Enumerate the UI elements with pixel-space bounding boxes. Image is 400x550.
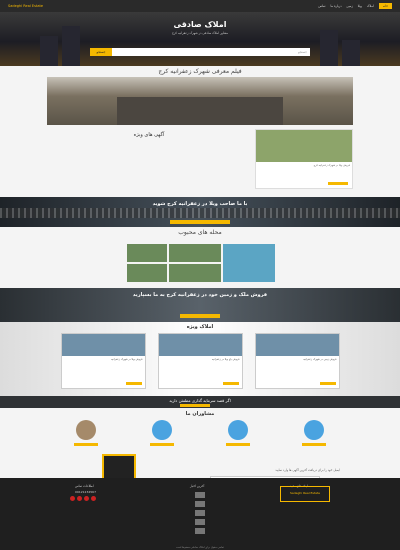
property-button[interactable] [125,382,142,385]
footer: لینک های مفید آخرین اخبار اطلاعات تماس 0… [0,478,400,550]
popular-title: محله های محبوب [178,229,222,236]
footer-news-title: آخرین اخبار [190,484,205,488]
featured-ad-button[interactable] [328,182,348,185]
top-navigation: خانه املاک ویلا زمین درباره ما تماس Sade… [0,0,400,12]
nav-item-contact[interactable]: تماس [318,4,325,8]
property-image [61,334,145,356]
sale-banner-button[interactable] [180,314,220,318]
agent-card[interactable] [292,420,336,446]
property-image [255,334,339,356]
featured-ads-title: آگهی های ویژه [133,132,165,138]
footer-news-thumbnails [195,492,205,537]
nav-item-home[interactable]: خانه [378,3,392,9]
youtube-icon[interactable] [70,496,75,501]
special-cards: فروش زمین در شهرک زعفرانیه فروش باغ ویلا… [0,333,400,389]
news-thumbnail[interactable] [195,492,205,498]
property-card[interactable]: فروش ویلا در شهرک زعفرانیه [60,333,146,389]
news-thumbnail[interactable] [195,519,205,525]
page: خانه املاک ویلا زمین درباره ما تماس Sade… [0,0,400,550]
property-image [158,334,242,356]
search-bar: جستجو جستجو [90,48,310,56]
property-button[interactable] [319,382,336,385]
agent-card[interactable] [64,420,108,446]
news-thumbnail[interactable] [195,501,205,507]
footer-phone[interactable]: 09121234567 [75,490,96,494]
avatar-icon [304,420,324,440]
instagram-icon[interactable] [91,496,96,501]
popular-gallery [125,244,275,282]
avatar-icon [152,420,172,440]
sale-banner: فروش ملک و زمین خود در زعفرانیه کرج به م… [0,288,400,322]
villa-banner-button[interactable] [170,220,230,224]
building-silhouette [62,26,80,66]
property-text: فروش باغ ویلا در زعفرانیه [211,358,240,361]
sale-banner-title: فروش ملک و زمین خود در زعفرانیه کرج به م… [132,292,268,298]
video-section-title: فیلم معرفی شهرک زعفرانیه کرج [158,68,242,75]
agents-section: مشاوران ما [0,408,400,446]
telegram-icon[interactable] [84,496,89,501]
news-thumbnail[interactable] [195,510,205,516]
footer-logo[interactable]: Sadeghi Real Estate [280,486,330,502]
agents-row [0,420,400,446]
gallery-image[interactable] [169,244,221,262]
building-silhouette [320,30,338,66]
agents-title: مشاوران ما [185,411,215,417]
agent-card[interactable] [140,420,184,446]
nav-item-land[interactable]: زمین [347,4,353,8]
special-properties-section: املاک ویژه فروش زمین در شهرک زعفرانیه فر… [0,322,400,396]
property-text: فروش زمین در شهرک زعفرانیه [303,358,337,361]
gallery-image[interactable] [169,264,221,282]
search-button[interactable]: جستجو [90,48,112,56]
gallery-image[interactable] [127,264,167,282]
video-thumbnail-road [117,97,283,125]
hero-title: املاک صادقی [173,20,227,29]
copyright-text: تمامی حقوق برای املاک صادقی محفوظ است [176,546,224,549]
subscribe-text: ایمیل خود را برای دریافت آخرین آگهی ها و… [275,468,340,472]
hero-section: املاک صادقی مشاور املاک صادقی در شهرک زع… [0,12,400,66]
property-card[interactable]: فروش باغ ویلا در زعفرانیه [157,333,243,389]
property-text: فروش ویلا در شهرک زعفرانیه [111,358,143,361]
building-silhouette [40,36,58,66]
invest-title: اگر قصد سرمایه گذاری مطمئن دارید [169,398,231,403]
news-thumbnail[interactable] [195,528,205,534]
intro-video[interactable] [47,77,353,125]
site-logo[interactable]: Sadeghi Real Estate [8,4,43,8]
search-input[interactable]: جستجو [112,48,310,56]
nav-item-about[interactable]: درباره ما [331,4,342,8]
whatsapp-icon[interactable] [77,496,82,501]
footer-contact-title: اطلاعات تماس [75,484,94,488]
banner-image [0,208,400,218]
gallery-image[interactable] [127,244,167,262]
invest-button[interactable] [180,404,210,407]
nav-item-villa[interactable]: ویلا [358,4,362,8]
featured-ads-section: فروش ویلا در شهرک زعفرانیه کرج آگهی های … [47,129,353,189]
gallery-image-pool[interactable] [223,244,275,282]
featured-ad-card[interactable]: فروش ویلا در شهرک زعفرانیه کرج [255,129,353,189]
agent-card[interactable] [216,420,260,446]
special-title: املاک ویژه [186,324,214,330]
social-links [70,496,96,501]
building-silhouette [342,40,360,66]
property-button[interactable] [222,382,239,385]
avatar [76,420,96,440]
invest-banner: اگر قصد سرمایه گذاری مطمئن دارید [0,396,400,408]
nav-item-properties[interactable]: املاک [367,4,374,8]
villa-banner: با ما صاحب ویلا در زعفرانیه کرج شوید [0,197,400,227]
featured-ad-image [256,130,352,162]
hero-subtitle: مشاور املاک صادقی در شهرک زعفرانیه کرج [171,31,229,35]
villa-banner-title: با ما صاحب ویلا در زعفرانیه کرج شوید [152,201,248,207]
property-card[interactable]: فروش زمین در شهرک زعفرانیه [254,333,340,389]
avatar-icon [228,420,248,440]
featured-ad-text: فروش ویلا در شهرک زعفرانیه کرج [313,164,350,167]
